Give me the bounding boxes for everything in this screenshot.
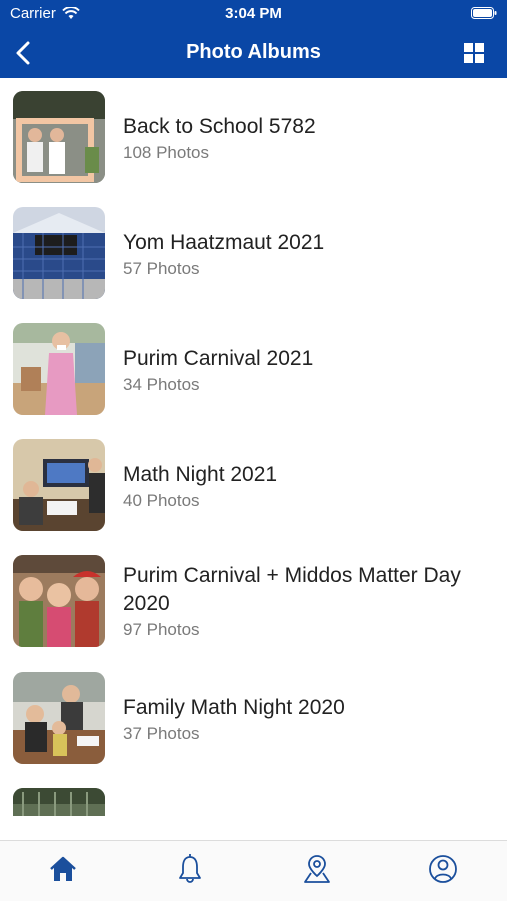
bell-icon <box>179 854 201 883</box>
album-row[interactable]: Family Math Night 2020 37 Photos <box>0 672 507 788</box>
album-photo-count: 97 Photos <box>123 620 200 639</box>
album-row[interactable]: Purim Carnival 2021 34 Photos <box>0 323 507 439</box>
grid-view-icon[interactable] <box>463 42 485 64</box>
album-title: Back to School 5782 <box>123 115 316 138</box>
page-title: Photo Albums <box>186 41 321 63</box>
album-thumbnail <box>13 207 105 299</box>
album-title: Math Night 2021 <box>123 463 278 486</box>
album-title: Yom Haatzmaut 2021 <box>123 231 325 254</box>
album-photo-count: 40 Photos <box>123 491 200 510</box>
tab-home[interactable] <box>48 853 78 885</box>
album-title: Purim Carnival + Middos Matter Day 2020 <box>123 564 461 615</box>
album-photo-count: 57 Photos <box>123 259 200 278</box>
tab-notifications[interactable] <box>175 853 205 885</box>
album-thumbnail <box>13 555 105 647</box>
album-list: Back to School 5782 108 Photos Yom Haatz… <box>0 78 507 816</box>
user-icon <box>429 855 457 883</box>
album-row[interactable]: Purim Carnival + Middos Matter Day 2020 … <box>0 555 507 671</box>
clock: 3:04 PM <box>225 5 282 22</box>
album-row[interactable] <box>0 788 507 816</box>
home-icon <box>50 856 76 881</box>
album-thumbnail <box>13 788 105 816</box>
album-title: Purim Carnival 2021 <box>123 347 314 370</box>
status-bar: Carrier 3:04 PM <box>0 0 507 28</box>
album-thumbnail <box>13 91 105 183</box>
album-photo-count: 37 Photos <box>123 724 200 743</box>
album-row[interactable]: Yom Haatzmaut 2021 57 Photos <box>0 207 507 323</box>
map-pin-icon <box>304 855 330 883</box>
tab-profile[interactable] <box>428 853 458 885</box>
tab-location[interactable] <box>302 853 332 885</box>
album-title: Family Math Night 2020 <box>123 696 345 719</box>
album-photo-count: 34 Photos <box>123 375 200 394</box>
album-row[interactable]: Math Night 2021 40 Photos <box>0 439 507 555</box>
album-thumbnail <box>13 672 105 764</box>
album-thumbnail <box>13 323 105 415</box>
battery-icon <box>471 7 497 19</box>
navigation-bar: Photo Albums <box>0 28 507 78</box>
album-photo-count: 108 Photos <box>123 143 210 162</box>
album-row[interactable]: Back to School 5782 108 Photos <box>0 91 507 207</box>
album-thumbnail <box>13 439 105 531</box>
tab-bar <box>0 840 507 901</box>
